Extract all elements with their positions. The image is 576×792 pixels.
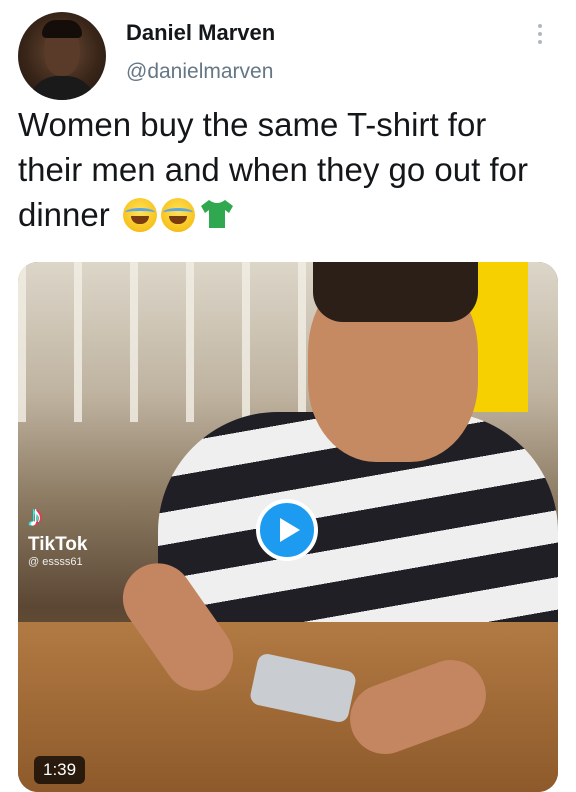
author-handle[interactable]: @danielmarven xyxy=(126,60,273,84)
more-options-icon[interactable] xyxy=(536,24,544,50)
tiktok-watermark: ♪ TikTok @ essss61 xyxy=(28,500,118,568)
tweet-text: Women buy the same T-shirt for their men… xyxy=(18,102,558,237)
avatar-shirt xyxy=(28,76,96,100)
author-name[interactable]: Daniel Marven xyxy=(126,20,275,46)
tears-of-joy-emoji-icon xyxy=(160,198,195,232)
author-avatar[interactable] xyxy=(18,12,106,100)
tweet-body: Women buy the same T-shirt for their men… xyxy=(18,106,528,233)
video-player[interactable]: ♪ TikTok @ essss61 1:39 xyxy=(18,262,558,792)
play-button[interactable] xyxy=(256,499,318,561)
background-arches xyxy=(18,262,338,422)
tiktok-user: @ essss61 xyxy=(28,556,83,568)
t-shirt-emoji-icon xyxy=(200,200,233,228)
play-icon xyxy=(280,518,300,542)
video-duration-badge: 1:39 xyxy=(34,756,86,784)
avatar-hair xyxy=(42,20,82,38)
man-hair xyxy=(313,262,478,322)
tiktok-logo-icon: ♪ xyxy=(28,500,43,533)
tears-of-joy-emoji-icon xyxy=(122,198,157,232)
tiktok-brand: TikTok xyxy=(28,534,88,555)
